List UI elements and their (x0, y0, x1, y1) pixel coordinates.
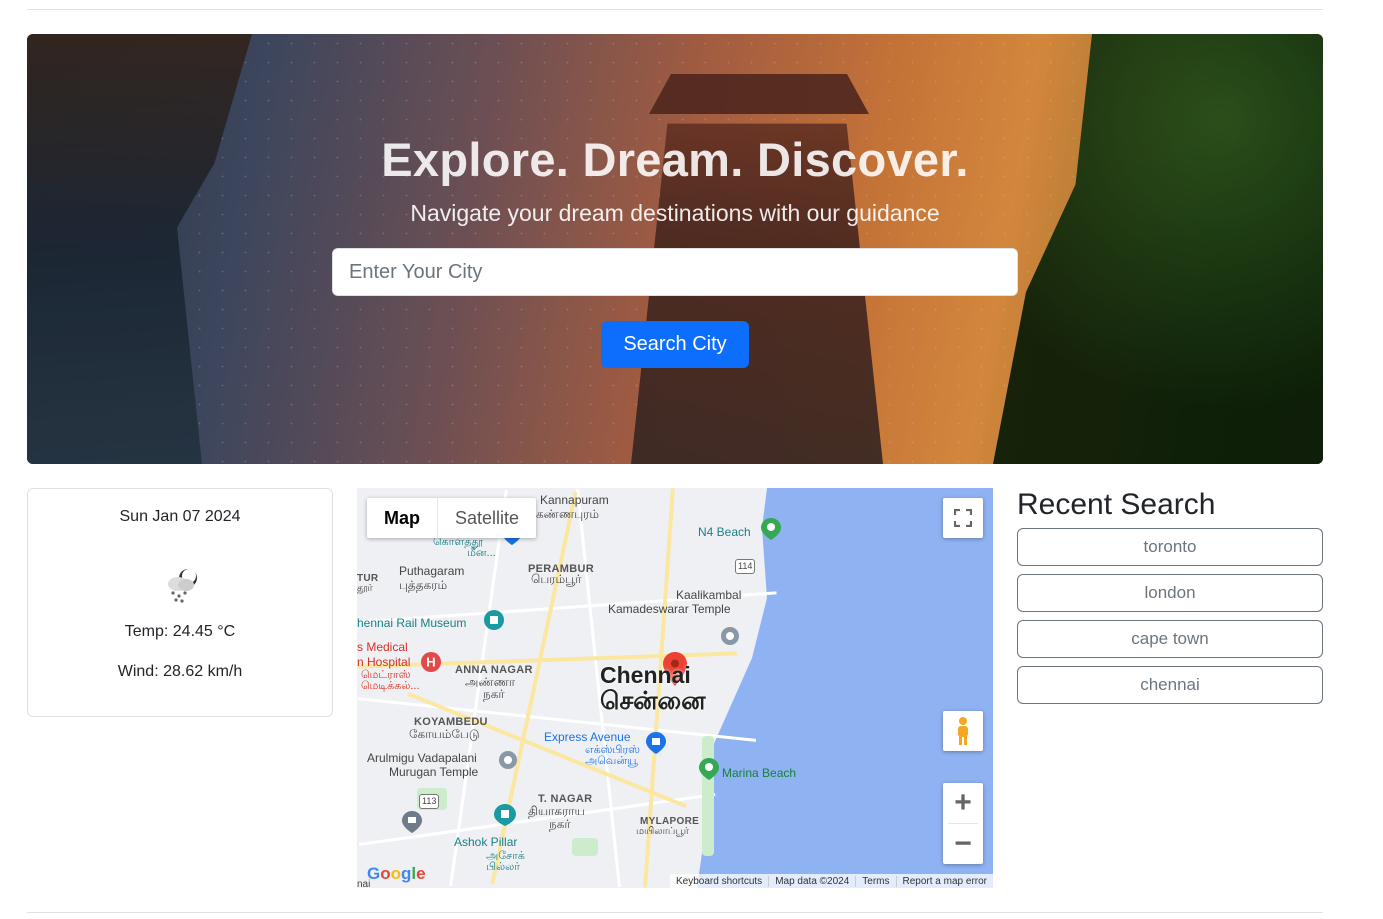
city-map[interactable]: Kannapuram கண்ணபுரம் கொளத்தூ மீன... N4 B… (357, 488, 993, 888)
top-divider (27, 9, 1323, 10)
map-label: புத்தகரம் (399, 578, 448, 592)
snow-cloud-icon (168, 569, 197, 603)
fullscreen-icon (954, 509, 972, 527)
map-label: மயிலாப்பூர் (636, 826, 689, 837)
hero-subtitle: Navigate your dream destinations with ou… (410, 200, 940, 226)
map-label: s Medical (357, 640, 408, 654)
road-shield: 113 (419, 794, 440, 809)
recent-search-panel: Recent Search toronto london cape town c… (1017, 488, 1323, 712)
map-label: நகர் (549, 817, 571, 831)
map-label: Kannapuram (540, 493, 609, 507)
map-label: N4 Beach (698, 525, 751, 539)
recent-search-item[interactable]: toronto (1017, 528, 1323, 566)
weather-card: Sun Jan 07 2024 Temp: 24.45 °C Wind: 28.… (27, 488, 333, 717)
hero-title: Explore. Dream. Discover. (381, 133, 969, 186)
shopping-icon[interactable] (646, 732, 666, 754)
map-label: Puthagaram (399, 564, 465, 578)
report-map-error-link[interactable]: Report a map error (895, 875, 993, 887)
hospital-icon[interactable]: H (420, 651, 442, 673)
recent-search-item[interactable]: london (1017, 574, 1323, 612)
map-type-satellite-button[interactable]: Satellite (438, 498, 536, 538)
map-label: hennai Rail Museum (357, 616, 467, 630)
weather-temp: Temp: 24.45 °C (124, 623, 236, 640)
map-label: கோயம்பேடு (409, 727, 480, 741)
map-label: அவென்யூ (585, 755, 638, 767)
svg-text:H: H (426, 655, 435, 670)
map-label: Marina Beach (722, 766, 797, 780)
street-view-button[interactable] (943, 711, 983, 751)
map-label: மெடிக்கல்... (361, 680, 420, 692)
map-label: Kamadeswarar Temple (608, 602, 731, 616)
road-shield: 114 (735, 559, 756, 574)
map-data-label: Map data ©2024 (768, 875, 855, 887)
map-type-map-button[interactable]: Map (367, 498, 438, 538)
weather-wind: Wind: 28.62 km/h (117, 663, 243, 680)
pegman-icon (958, 717, 968, 745)
search-city-button[interactable]: Search City (601, 321, 749, 368)
zoom-in-button[interactable]: + (943, 783, 983, 823)
weather-date: Sun Jan 07 2024 (119, 508, 241, 525)
fullscreen-button[interactable] (943, 498, 983, 538)
poi-icon[interactable] (494, 804, 516, 826)
map-type-control: Map Satellite (367, 498, 537, 538)
map-label: Express Avenue (544, 730, 631, 744)
map-label: தூர் (357, 583, 373, 594)
recent-search-heading: Recent Search (1017, 488, 1216, 521)
zoom-out-button[interactable]: − (943, 824, 983, 864)
map-city-name: Chennai (600, 662, 691, 688)
zoom-control: + − (943, 783, 983, 864)
recent-search-item[interactable]: cape town (1017, 620, 1323, 658)
beach-icon[interactable] (761, 518, 781, 540)
temple-icon[interactable] (498, 750, 518, 770)
terms-link[interactable]: Terms (855, 875, 895, 887)
keyboard-shortcuts-link[interactable]: Keyboard shortcuts (670, 876, 768, 887)
map-label: Murugan Temple (389, 765, 479, 779)
map-label: Ashok Pillar (454, 835, 518, 849)
hero-banner: Explore. Dream. Discover. Navigate your … (27, 34, 1323, 464)
map-label: பில்லர் (486, 861, 521, 873)
poi-icon[interactable] (483, 609, 505, 631)
city-search-input[interactable] (332, 248, 1018, 296)
map-city-name-tamil: சென்னை (600, 687, 706, 715)
temple-icon[interactable] (720, 626, 740, 646)
bottom-divider (27, 912, 1323, 913)
map-label: பெரம்பூர் (531, 572, 582, 586)
recent-search-item[interactable]: chennai (1017, 666, 1323, 704)
map-label: Arulmigu Vadapalani (367, 751, 477, 765)
map-label: மீன... (467, 547, 496, 559)
map-label: n Hospital (357, 655, 411, 669)
map-label: Kaalikambal (676, 588, 742, 602)
beach-icon[interactable] (699, 758, 719, 780)
map-label: நகர் (483, 687, 505, 701)
map-label: கண்ணபுரம் (536, 507, 599, 521)
school-icon[interactable] (402, 811, 422, 833)
google-logo[interactable]: Google (367, 864, 426, 884)
map-attribution: Keyboard shortcuts Map data ©2024 Terms … (670, 874, 993, 888)
